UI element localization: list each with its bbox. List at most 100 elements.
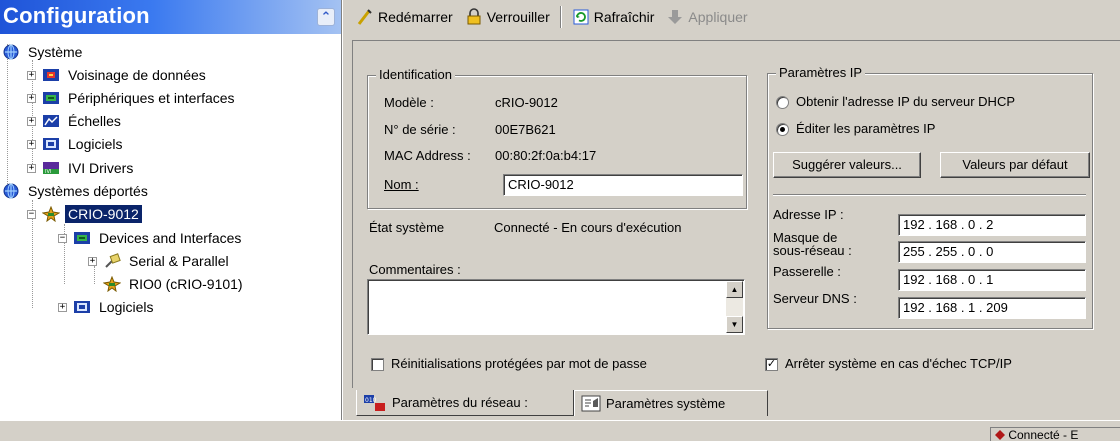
collapse-minus-icon[interactable]: − (27, 209, 36, 219)
dhcp-option-label[interactable]: Obtenir l'adresse IP du serveur DHCP (796, 94, 1015, 109)
serial-parallel-plug-icon (105, 253, 121, 268)
expand-plus-icon[interactable]: + (27, 139, 36, 149)
expand-plus-icon[interactable]: + (27, 93, 36, 103)
tree-item-serial-parallel[interactable]: + Serial & Parallel (88, 250, 232, 272)
gateway-label: Passerelle : (773, 264, 841, 279)
lock-label: Verrouiller (486, 9, 550, 25)
mac-value: 00:80:2f:0a:b4:17 (495, 148, 597, 163)
ip-params-legend: Paramètres IP (776, 65, 866, 80)
refresh-label: Rafraîchir (593, 9, 655, 25)
data-neighborhood-icon (43, 69, 59, 81)
name-field[interactable]: CRIO-9012 (503, 174, 743, 196)
tree-item-label: Système (28, 44, 83, 60)
tree-item-rio0[interactable]: RIO0 (cRIO-9101) (103, 273, 246, 295)
tree-item-label: CRIO-9012 (65, 205, 142, 223)
software-icon (43, 138, 59, 150)
edit-ip-option-label[interactable]: Éditer les paramètres IP (796, 121, 935, 136)
tree-item-label: Logiciels (68, 136, 123, 152)
suggest-values-button[interactable]: Suggérer valeurs... (773, 152, 921, 178)
default-values-button[interactable]: Valeurs par défaut (940, 152, 1090, 178)
lock-icon (467, 8, 481, 25)
tree-item-label: Logiciels (99, 299, 154, 315)
comments-textarea[interactable]: ▲ ▼ (367, 279, 745, 335)
tab-label: Paramètres du réseau : (392, 395, 528, 410)
system-state-value: Connecté - En cours d'exécution (494, 220, 682, 235)
identification-group: Identification Modèle : cRIO-9012 N° de … (367, 67, 747, 209)
tree-item-label: Serial & Parallel (129, 253, 229, 269)
gateway-field[interactable]: 192 . 168 . 0 . 1 (898, 269, 1086, 291)
status-text: Connecté - E (1008, 428, 1079, 441)
lock-button[interactable]: Verrouiller (459, 4, 556, 30)
tree-header: Configuration ⌃ (0, 0, 341, 34)
expand-plus-icon[interactable]: + (27, 70, 36, 80)
serial-value: 00E7B621 (495, 122, 556, 137)
dns-label: Serveur DNS : (773, 291, 857, 306)
serial-label: N° de série : (384, 122, 456, 137)
expand-plus-icon[interactable]: + (27, 116, 36, 126)
tree-item-label: RIO0 (cRIO-9101) (129, 276, 243, 292)
mac-label: MAC Address : (384, 148, 471, 163)
subnet-mask-label-line2: sous-réseau : (773, 243, 852, 258)
scales-icon (43, 115, 59, 127)
halt-on-tcp-fail-label[interactable]: Arrêter système en cas d'échec TCP/IP (785, 356, 1012, 371)
tree-item-ivi-drivers[interactable]: + IVI IVI Drivers (27, 157, 136, 179)
system-settings-icon (581, 395, 601, 411)
tree-item-peripheriques[interactable]: + Périphériques et interfaces (27, 87, 238, 109)
toolbar: Redémarrer Verrouiller Rafraîchir Appliq… (350, 2, 1120, 32)
tree-item-label: Devices and Interfaces (99, 230, 242, 246)
restart-button[interactable]: Redémarrer (350, 4, 459, 30)
collapse-chevron-icon[interactable]: ⌃ (317, 8, 335, 26)
comments-label: Commentaires : (369, 262, 461, 277)
comments-scrollbar[interactable]: ▲ ▼ (726, 281, 743, 333)
system-state-label: État système (369, 220, 445, 235)
password-reset-label[interactable]: Réinitialisations protégées par mot de p… (391, 356, 647, 371)
tree-item-devices-and-interfaces[interactable]: − Devices and Interfaces (58, 227, 244, 249)
remote-systems-globe-icon (3, 183, 19, 199)
panel-splitter[interactable] (342, 0, 350, 420)
expand-plus-icon[interactable]: + (88, 256, 97, 266)
collapse-minus-icon[interactable]: − (58, 233, 67, 243)
halt-on-tcp-fail-checkbox[interactable]: ✓ (765, 358, 778, 371)
expand-plus-icon[interactable]: + (58, 302, 67, 312)
apply-button[interactable]: Appliquer (660, 4, 753, 30)
tab-network-settings[interactable]: 010 Paramètres du réseau : (356, 390, 574, 416)
password-reset-checkbox[interactable] (371, 358, 384, 371)
restart-label: Redémarrer (378, 9, 453, 25)
configuration-tree-panel: Configuration ⌃ Système + Voisinage de d… (0, 0, 342, 420)
ip-address-field[interactable]: 192 . 168 . 0 . 2 (898, 214, 1086, 236)
tree-item-systemes-deportes[interactable]: Systèmes déportés (2, 180, 151, 202)
name-label: Nom : (384, 177, 419, 192)
tree-item-label: IVI Drivers (68, 160, 134, 176)
settings-content: Identification Modèle : cRIO-9012 N° de … (352, 40, 1120, 388)
ip-divider (773, 194, 1086, 196)
dhcp-radio[interactable] (776, 96, 789, 109)
refresh-button[interactable]: Rafraîchir (566, 4, 661, 30)
crio-target-icon (42, 206, 60, 222)
dns-field[interactable]: 192 . 168 . 1 . 209 (898, 297, 1086, 319)
expand-plus-icon[interactable]: + (27, 163, 36, 173)
restart-wand-icon (357, 9, 372, 25)
devices-icon (74, 232, 90, 244)
tree-item-systeme[interactable]: Système (2, 41, 85, 63)
tree-item-logiciels[interactable]: + Logiciels (27, 133, 125, 155)
subnet-mask-field[interactable]: 255 . 255 . 0 . 0 (898, 241, 1086, 263)
system-globe-icon (3, 44, 19, 60)
network-settings-icon: 010 (364, 394, 385, 411)
tree-item-voisinage[interactable]: + Voisinage de données (27, 64, 209, 86)
apply-arrow-down-icon (668, 10, 683, 24)
tab-system-settings[interactable]: Paramètres système (574, 390, 768, 416)
tab-label: Paramètres système (606, 396, 726, 411)
connection-status: Connecté - E (990, 427, 1120, 441)
tree-item-crio-9012[interactable]: − CRIO-9012 (27, 203, 142, 225)
svg-text:010: 010 (365, 397, 377, 404)
devices-icon (43, 92, 59, 104)
software-icon (74, 301, 90, 313)
tree-item-echelles[interactable]: + Échelles (27, 110, 124, 132)
tree-item-logiciels-crio[interactable]: + Logiciels (58, 296, 156, 318)
scroll-up-icon[interactable]: ▲ (726, 281, 743, 298)
tree-header-title: Configuration (3, 3, 150, 28)
apply-label: Appliquer (688, 9, 748, 25)
scroll-down-icon[interactable]: ▼ (726, 316, 743, 333)
ivi-drivers-icon: IVI (43, 162, 59, 175)
edit-ip-radio[interactable] (776, 123, 789, 136)
